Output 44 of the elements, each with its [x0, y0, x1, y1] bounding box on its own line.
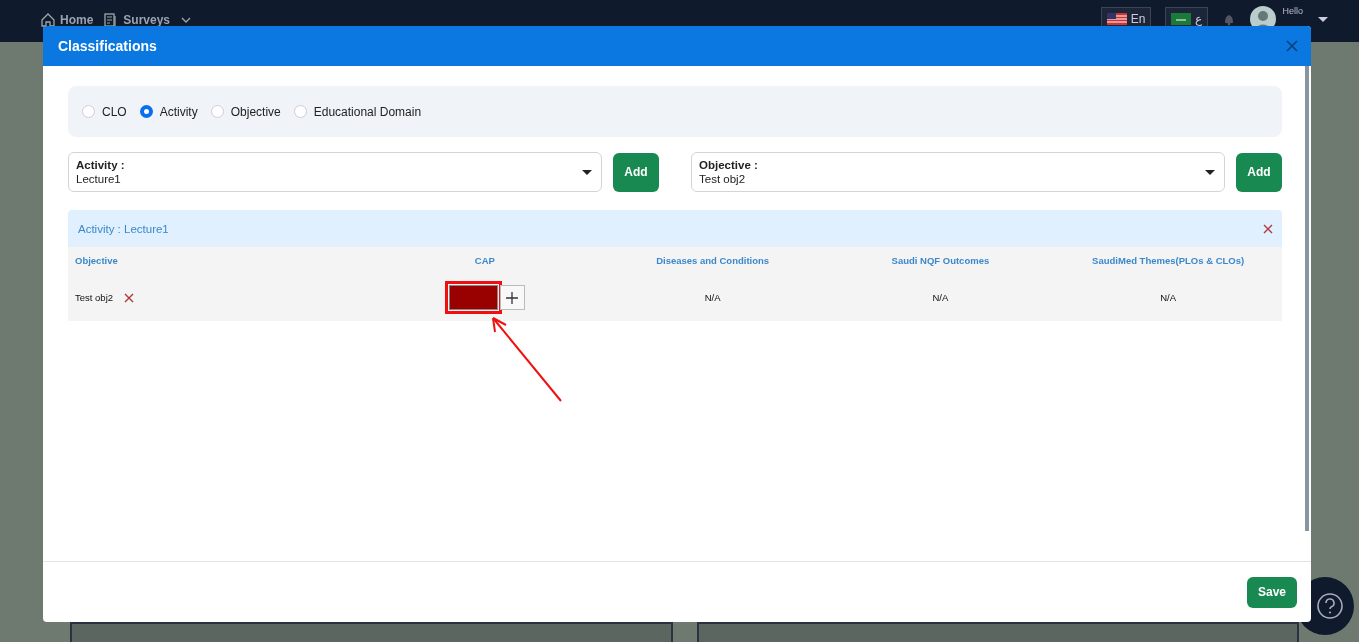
save-button[interactable]: Save [1247, 576, 1297, 608]
table-cell: Test obj2 [75, 292, 114, 303]
greeting-text: Hello [1282, 6, 1303, 16]
column-header: Objective [74, 254, 119, 268]
nav-link[interactable]: Home [40, 12, 94, 28]
caret-icon [582, 169, 592, 175]
close-icon [124, 292, 135, 303]
close-button[interactable] [1286, 40, 1298, 52]
column-header: Diseases and Conditions [655, 254, 771, 268]
column-header: SaudiMed Themes(PLOs & CLOs) [1091, 254, 1246, 268]
select-field[interactable]: Activity : Lecture1 [68, 152, 602, 192]
add-button[interactable] [499, 285, 525, 310]
column-header: CAP [473, 254, 496, 268]
radio-option[interactable]: CLO [82, 104, 127, 119]
remove-button[interactable] [1263, 223, 1273, 234]
modal-title: Classifications [58, 38, 157, 54]
plus-icon [506, 291, 519, 304]
section-title: Activity : Lecture1 [78, 222, 169, 235]
close-icon [1263, 223, 1273, 234]
table-cell: N/A [932, 292, 949, 303]
radio-option[interactable]: Educational Domain [293, 104, 422, 119]
field-value: Lecture1 [76, 173, 122, 185]
help-icon [1316, 592, 1344, 620]
close-icon [1286, 40, 1298, 52]
add-button[interactable]: Add [1236, 152, 1282, 192]
select-field[interactable]: Objective : Test obj2 [691, 152, 1225, 192]
caret-icon [1205, 169, 1215, 175]
radio-option[interactable]: Activity [139, 104, 198, 119]
flag-icon [1171, 13, 1192, 25]
caret-icon [1317, 15, 1329, 23]
field-label: Objective : [699, 159, 758, 171]
add-button[interactable]: Add [613, 152, 659, 192]
table-cell: N/A [704, 292, 721, 303]
flag-icon [1106, 13, 1127, 25]
field-label: Activity : [76, 159, 125, 171]
remove-button[interactable] [124, 292, 135, 303]
radio-button[interactable] [139, 105, 153, 118]
scrollbar[interactable] [1305, 66, 1309, 531]
column-header: Saudi NQF Outcomes [890, 254, 991, 268]
nav-link[interactable]: Surveys [103, 12, 171, 28]
radio-option[interactable]: Objective [210, 104, 281, 119]
field-value: Test obj2 [699, 173, 747, 185]
home-icon [40, 12, 56, 28]
table-cell: N/A [1160, 292, 1177, 303]
